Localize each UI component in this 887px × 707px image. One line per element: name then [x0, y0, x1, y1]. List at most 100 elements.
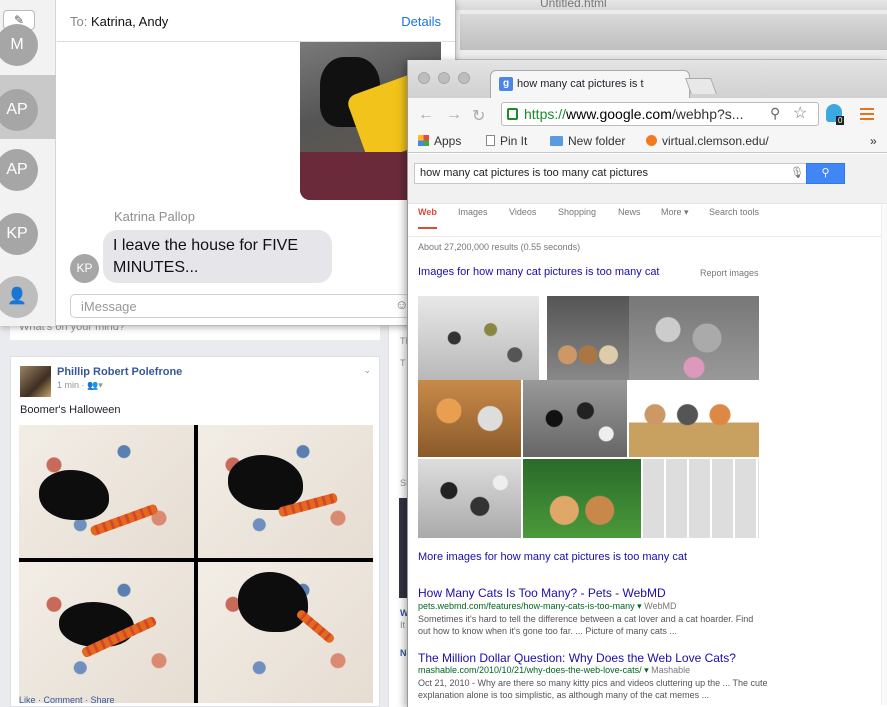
- images-heading-link[interactable]: Images for how many cat pictures is too …: [418, 266, 660, 278]
- zoom-window-icon[interactable]: [458, 72, 470, 84]
- details-button[interactable]: Details: [401, 14, 441, 29]
- bookmarks-overflow-icon[interactable]: »: [870, 134, 877, 148]
- google-search-input[interactable]: how many cat pictures is too many cat pi…: [414, 163, 807, 184]
- recipients[interactable]: Katrina, Andy: [91, 14, 168, 29]
- tab-web[interactable]: Web: [418, 207, 437, 229]
- image-result[interactable]: [547, 296, 629, 380]
- minimize-window-icon[interactable]: [438, 72, 450, 84]
- post-caption: Boomer's Halloween: [20, 404, 121, 416]
- page-icon: [486, 135, 495, 146]
- result-title[interactable]: The Million Dollar Question: Why Does th…: [418, 651, 736, 665]
- messages-window: ✎ M AP AP KP 👤 To: Katrina, Andy Details…: [0, 0, 456, 326]
- post-author[interactable]: Phillip Robert Polefrone: [57, 366, 182, 378]
- to-label: To:: [70, 14, 88, 29]
- imessage-input[interactable]: iMessage: [70, 294, 410, 318]
- post-photo[interactable]: [19, 562, 194, 703]
- bookmark-folder-label: New folder: [568, 134, 626, 148]
- new-tab-button[interactable]: [685, 78, 717, 94]
- post-photo[interactable]: [19, 425, 194, 558]
- image-result[interactable]: [418, 296, 539, 380]
- tab-title: how many cat pictures is t: [517, 77, 644, 90]
- image-result[interactable]: [629, 380, 759, 457]
- background-window: Untitled.html: [455, 0, 887, 60]
- contact-avatar-placeholder-icon[interactable]: 👤: [0, 276, 38, 318]
- chrome-window: g how many cat pictures is t ← → ↻ https:…: [407, 60, 887, 707]
- result-stats: About 27,200,000 results (0.55 seconds): [418, 242, 581, 252]
- tab-strip: g how many cat pictures is t: [408, 60, 887, 98]
- bookmark-star-icon[interactable]: ☆: [793, 103, 807, 123]
- lock-icon: [507, 108, 518, 120]
- zoom-icon[interactable]: ⚲: [770, 105, 780, 122]
- contact-avatar[interactable]: M: [0, 24, 38, 66]
- bookmarks-bar: Apps Pin It New folder virtual.clemson.e…: [408, 131, 887, 153]
- tab-more[interactable]: More ▾: [661, 207, 689, 218]
- recipients-header: To: Katrina, Andy: [57, 0, 455, 42]
- result-url-text: pets.webmd.com/features/how-many-cats-is…: [418, 601, 635, 611]
- close-window-icon[interactable]: [418, 72, 430, 84]
- result-source: WebMD: [644, 601, 677, 611]
- folder-icon: [550, 136, 563, 146]
- reload-icon[interactable]: ↻: [472, 106, 485, 126]
- right-column: TI T SI W It Ne: [388, 318, 412, 707]
- sender-avatar[interactable]: KP: [70, 254, 99, 283]
- background-window-title: Untitled.html: [540, 0, 607, 10]
- result-url[interactable]: mashable.com/2010/10/21/why-does-the-web…: [418, 665, 690, 676]
- feed-post: Phillip Robert Polefrone 1 min · 👥▾ ⌄ Bo…: [10, 356, 380, 707]
- post-actions[interactable]: Like · Comment · Share: [19, 695, 115, 705]
- result-title[interactable]: How Many Cats Is Too Many? - Pets - WebM…: [418, 586, 666, 600]
- report-images-link[interactable]: Report images: [700, 268, 759, 278]
- contact-avatar[interactable]: AP: [0, 149, 38, 191]
- result-snippet: Sometimes it's hard to tell the differen…: [418, 614, 754, 636]
- tab-videos[interactable]: Videos: [509, 207, 536, 217]
- image-result[interactable]: [629, 296, 759, 380]
- tab-search-tools[interactable]: Search tools: [709, 207, 759, 217]
- image-result[interactable]: [643, 459, 759, 538]
- google-search-row: how many cat pictures is too many cat pi…: [408, 154, 887, 204]
- post-photo[interactable]: [198, 562, 373, 703]
- chrome-menu-icon[interactable]: [860, 108, 874, 120]
- post-time-text: 1 min: [57, 380, 80, 390]
- tab-images[interactable]: Images: [458, 207, 488, 217]
- right-col-label: T: [400, 358, 406, 368]
- background-window-toolbar: [460, 14, 887, 50]
- audience-icon[interactable]: 👥▾: [87, 380, 103, 390]
- search-icon: ⚲: [821, 167, 830, 179]
- result-snippet: Oct 21, 2010 - Why are there so many kit…: [418, 678, 768, 700]
- post-time: 1 min · 👥▾: [57, 380, 103, 390]
- post-photo-grid: [19, 425, 373, 703]
- bookmark-clemson[interactable]: virtual.clemson.edu/: [646, 134, 769, 148]
- facebook-feed: What's on your mind? Phillip Robert Pole…: [0, 318, 412, 707]
- message-bubble[interactable]: I leave the house for FIVE MINUTES...: [103, 230, 332, 283]
- tab-news[interactable]: News: [618, 207, 641, 217]
- browser-toolbar: ← → ↻ https://www.google.com/webhp?s... …: [408, 98, 887, 131]
- bookmark-new-folder[interactable]: New folder: [550, 134, 625, 148]
- bookmark-pin-it[interactable]: Pin It: [486, 134, 527, 148]
- google-nav-tabs: Web Images Videos Shopping News More ▾ S…: [408, 205, 887, 237]
- tab-shopping[interactable]: Shopping: [558, 207, 596, 217]
- forward-arrow-icon[interactable]: →: [446, 106, 462, 124]
- bookmark-apps[interactable]: Apps: [418, 134, 461, 148]
- url-path: /webhp?s...: [671, 106, 744, 122]
- image-result[interactable]: [523, 380, 627, 457]
- back-arrow-icon[interactable]: ←: [418, 106, 434, 124]
- image-result[interactable]: [523, 459, 641, 538]
- image-result[interactable]: [418, 459, 521, 538]
- post-photo[interactable]: [198, 425, 373, 558]
- result-source: Mashable: [651, 665, 691, 675]
- extension-badge: 0: [836, 116, 845, 125]
- sender-name: Katrina Pallop: [114, 209, 195, 224]
- microphone-icon[interactable]: 🎙: [790, 166, 804, 179]
- image-result[interactable]: [418, 380, 521, 457]
- bookmark-apps-label: Apps: [434, 134, 462, 148]
- url-scheme: https://: [524, 106, 567, 122]
- author-avatar[interactable]: [20, 366, 51, 397]
- result-url-text: mashable.com/2010/10/21/why-does-the-web…: [418, 665, 642, 675]
- conversation-sidebar: ✎ M AP AP KP 👤: [0, 0, 56, 326]
- search-button[interactable]: ⚲: [806, 163, 845, 184]
- result-url[interactable]: pets.webmd.com/features/how-many-cats-is…: [418, 601, 676, 612]
- browser-tab[interactable]: g how many cat pictures is t: [490, 70, 690, 98]
- page-scrollbar[interactable]: [881, 205, 887, 705]
- more-images-link[interactable]: More images for how many cat pictures is…: [418, 551, 687, 563]
- contact-avatar[interactable]: KP: [0, 213, 38, 255]
- post-options-chevron-icon[interactable]: ⌄: [363, 365, 371, 376]
